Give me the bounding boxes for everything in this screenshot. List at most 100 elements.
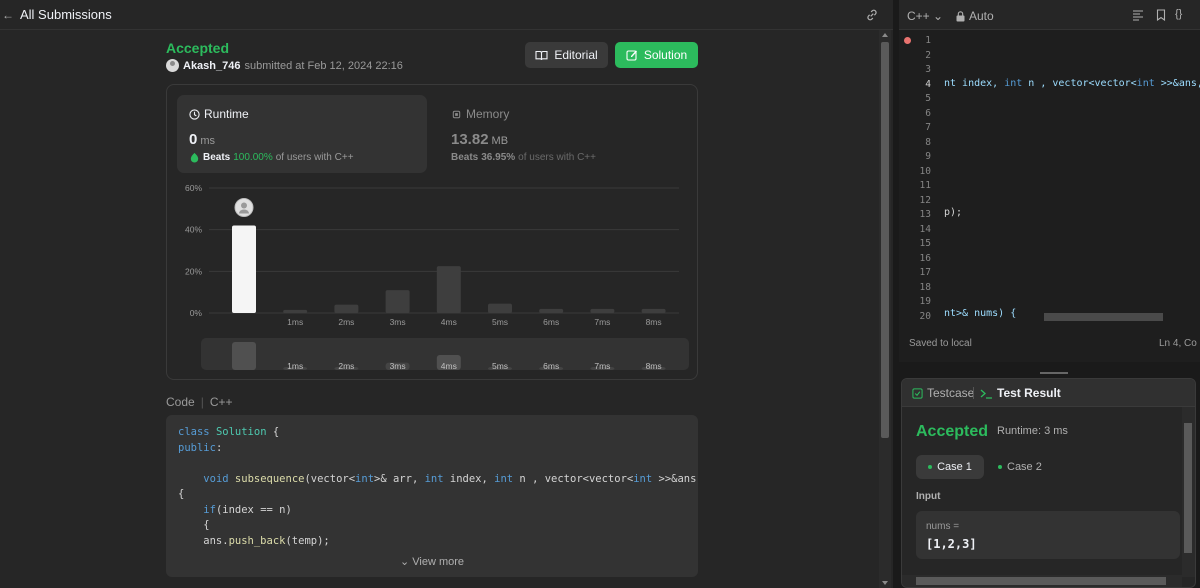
line-number: 20 <box>919 310 931 322</box>
format-icon[interactable] <box>1132 9 1144 21</box>
input-box[interactable]: nums = [1,2,3] <box>916 511 1180 559</box>
line-number: 18 <box>919 281 931 293</box>
result-hscroll-thumb[interactable] <box>916 577 1166 585</box>
x-tick-label: 2ms <box>338 317 354 327</box>
breakpoint-dot[interactable] <box>904 37 911 44</box>
chart-bar <box>385 290 410 313</box>
line-number: 14 <box>919 223 931 235</box>
overview-bar <box>232 342 256 370</box>
overview-tick-label: 3ms <box>390 361 406 371</box>
x-tick-label: 8ms <box>646 317 662 327</box>
scroll-down-arrow-icon[interactable] <box>882 581 888 585</box>
line-number: 15 <box>919 238 931 249</box>
line-number: 8 <box>925 136 931 148</box>
editor-line-13[interactable]: p); <box>944 207 962 218</box>
x-tick-label: 7ms <box>594 317 610 327</box>
editorial-button[interactable]: Editorial <box>525 42 608 68</box>
avatar-head-shape <box>241 202 247 209</box>
result-vscroll-thumb[interactable] <box>1184 423 1192 553</box>
x-tick-label: 1ms <box>287 317 303 327</box>
case-2-tab[interactable]: Case 2 <box>998 455 1042 479</box>
line-number: 9 <box>925 151 931 162</box>
code-block[interactable]: class Solution { public: void subsequenc… <box>166 415 698 577</box>
result-tabs: Testcase Test Result <box>902 379 1195 407</box>
chart-bar <box>641 308 666 313</box>
tab-testcase-label: Testcase <box>927 386 975 400</box>
line-number: 2 <box>925 49 931 61</box>
x-tick-label: 6ms <box>543 317 559 327</box>
editorial-label: Editorial <box>554 48 598 62</box>
case-2-label: Case 2 <box>1007 461 1042 473</box>
link-icon[interactable] <box>865 8 879 22</box>
cursor-position[interactable]: Ln 4, Co <box>1159 338 1197 349</box>
code-language: C++ <box>209 395 233 409</box>
saved-status: Saved to local <box>909 338 972 349</box>
terminal-icon <box>980 389 992 399</box>
chart-bar <box>283 309 308 313</box>
overview-tick-label: 6ms <box>543 361 559 371</box>
bookmark-icon[interactable] <box>1155 9 1167 21</box>
lock-icon <box>956 10 965 21</box>
back-arrow-icon[interactable]: ← <box>2 8 14 22</box>
username[interactable]: Akash_746 <box>183 60 241 72</box>
line-number: 16 <box>919 252 931 264</box>
tab-separator <box>973 387 974 399</box>
tab-test-result[interactable]: Test Result <box>980 386 1061 400</box>
language-value: C++ <box>907 9 930 23</box>
x-tick-label: 4ms <box>441 317 457 327</box>
view-more-button[interactable]: ⌄ View more <box>166 555 698 568</box>
overview-tick-label: 8ms <box>646 361 662 371</box>
y-tick-label: 40% <box>185 225 202 235</box>
submitted-text: submitted at Feb 12, 2024 22:16 <box>244 59 403 72</box>
editor-toolbar: C++ ⌄ Auto {} <box>899 0 1200 30</box>
submission-status: Accepted <box>166 40 230 56</box>
panel-resize-handle[interactable] <box>1040 372 1068 374</box>
scroll-thumb[interactable] <box>881 42 889 438</box>
left-scrollbar[interactable] <box>879 30 891 588</box>
chart-bar <box>334 304 359 313</box>
overview-tick-label: 7ms <box>594 361 610 371</box>
user-avatar[interactable] <box>166 59 179 72</box>
chevron-down-icon: ⌄ <box>933 9 944 23</box>
chart-bar <box>436 266 461 313</box>
code-editor: C++ ⌄ Auto {} 1 2 3 4 5 6 7 8 9 10 11 12 13 14 15 16 17 1… <box>899 0 1200 362</box>
input-var-name: nums = <box>926 521 960 532</box>
result-horizontal-scrollbar[interactable] <box>902 575 1182 587</box>
y-tick-label: 20% <box>185 266 202 276</box>
editor-horizontal-scroll[interactable] <box>1044 313 1163 321</box>
view-more-label: View more <box>412 556 465 568</box>
app-root: ← All Submissions Accepted Akash_746 sub… <box>0 0 1200 588</box>
line-number: 1 <box>925 35 931 46</box>
chart-bar <box>539 308 564 313</box>
editor-line-4[interactable]: nt index, int n , vector<vector<int >>&a… <box>944 78 1200 89</box>
book-icon <box>535 50 548 60</box>
mode-value: Auto <box>969 9 994 23</box>
scroll-up-arrow-icon[interactable] <box>882 33 888 37</box>
overview-tick-label: 2ms <box>338 361 354 371</box>
all-submissions-title[interactable]: All Submissions <box>20 7 112 22</box>
chart-bar <box>232 225 256 313</box>
code-header: Code | C++ <box>166 395 233 409</box>
editor-line-20[interactable]: nt>& nums) { <box>944 308 1016 319</box>
y-tick-label: 60% <box>185 183 202 193</box>
checkbox-icon <box>912 387 923 399</box>
case-1-label: Case 1 <box>937 461 972 473</box>
auto-mode[interactable]: Auto <box>956 9 994 23</box>
overview-tick-label: 1ms <box>287 361 303 371</box>
result-vertical-scrollbar[interactable] <box>1182 407 1195 577</box>
input-label: Input <box>916 491 941 502</box>
submission-panel: ← All Submissions Accepted Akash_746 sub… <box>0 0 893 588</box>
solution-button[interactable]: Solution <box>615 42 698 68</box>
line-number: 4 <box>925 78 931 90</box>
code-content: class Solution { public: void subsequenc… <box>178 426 697 547</box>
line-number: 5 <box>925 93 931 104</box>
performance-card: Runtime 0 ms Beats 100.00% of users with … <box>166 84 698 380</box>
case-1-tab[interactable]: Case 1 <box>916 455 984 479</box>
runtime-distribution-chart[interactable]: 60% 40% 20% 0% 1ms 2ms 3ms 4ms 5ms 6ms 7ms 8ms 1ms 2m… <box>167 85 697 379</box>
chart-bar <box>590 308 615 313</box>
tab-testcase[interactable]: Testcase <box>912 386 974 400</box>
result-status: Accepted <box>916 423 989 440</box>
language-select[interactable]: C++ ⌄ <box>907 9 943 23</box>
braces-icon[interactable]: {} <box>1175 8 1187 20</box>
test-result-panel: Testcase Test Result Accepted Runtime: 3… <box>901 378 1196 588</box>
